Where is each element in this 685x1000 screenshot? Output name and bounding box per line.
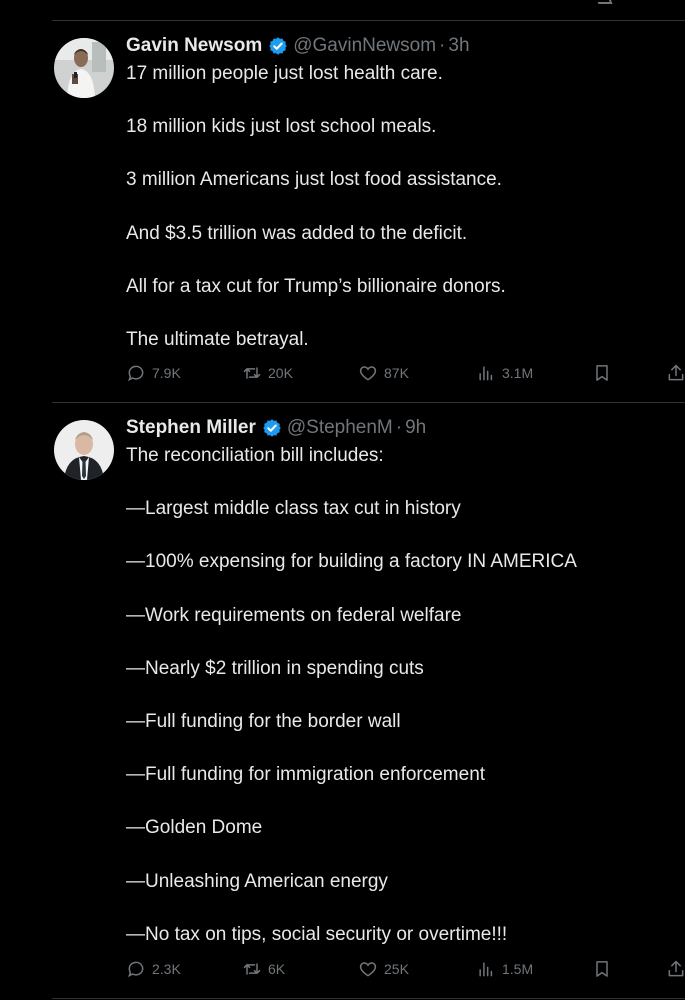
tweet-line: —Golden Dome (126, 817, 263, 839)
tweet-text: 17 million people just lost health care.… (126, 61, 685, 354)
tweet-line: 18 million kids just lost school meals. (126, 116, 437, 138)
tweet-line: The reconciliation bill includes: (126, 445, 384, 466)
tweet-line (126, 842, 685, 869)
tweet-line: —100% expensing for building a factory I… (126, 551, 577, 573)
share-button[interactable] (666, 363, 685, 383)
views-button[interactable]: 3.1M (476, 363, 533, 383)
views-icon (479, 366, 493, 381)
like-count: 25K (384, 961, 409, 977)
tweet-line: —Full funding for immigration enforcemen… (126, 764, 486, 786)
tweet-line (126, 300, 685, 327)
tweet-line (126, 523, 685, 550)
tweet-line: —Unleashing American energy (126, 870, 388, 892)
tweet-actions: 2.3K 6K 25K 1.5M (126, 959, 685, 983)
author-name[interactable]: Stephen Miller (126, 417, 256, 439)
tweet-line (126, 895, 685, 922)
tweet-line (126, 629, 685, 656)
like-icon (359, 366, 377, 381)
reply-icon (128, 365, 144, 382)
tweet-line: 3 million Americans just lost food assis… (126, 169, 502, 191)
tweet-line (126, 470, 685, 497)
tweet-line (126, 247, 685, 274)
tweet-line: —Full funding for the border wall (126, 710, 401, 732)
retweet-count: 20K (268, 365, 293, 381)
tweet-line (126, 88, 685, 115)
reply-count: 2.3K (152, 961, 181, 977)
bookmark-button[interactable] (592, 363, 618, 383)
tweet-line (126, 682, 685, 709)
tweet-line: And $3.5 trillion was added to the defic… (126, 222, 468, 244)
reply-count: 7.9K (152, 365, 181, 381)
like-icon (359, 962, 377, 977)
tweet-line (126, 576, 685, 603)
share-icon (668, 960, 684, 977)
tweet-line (126, 141, 685, 168)
bookmark-icon (596, 961, 608, 977)
separator: · (395, 417, 403, 438)
views-count: 1.5M (502, 961, 534, 977)
share-icon-partial[interactable] (595, 0, 613, 4)
tweet-line: —Nearly $2 trillion in spending cuts (126, 657, 424, 679)
views-button[interactable]: 1.5M (476, 959, 533, 979)
tweet-line: —Work requirements on federal welfare (126, 604, 462, 626)
like-count: 87K (384, 365, 409, 381)
avatar[interactable] (54, 38, 114, 98)
retweet-count: 6K (268, 961, 286, 977)
timestamp[interactable]: 3h (448, 35, 469, 57)
bookmark-button[interactable] (592, 959, 618, 979)
tweet-line: All for a tax cut for Trump’s billionair… (126, 275, 506, 297)
tweet-header: Stephen Miller @StephenM · 9h (126, 415, 685, 441)
retweet-button[interactable]: 6K (242, 959, 285, 979)
reply-button[interactable]: 7.9K (126, 363, 181, 383)
divider (52, 998, 685, 999)
separator: · (439, 35, 446, 56)
tweet-line (126, 736, 685, 763)
avatar[interactable] (54, 420, 114, 480)
tweet-line (126, 194, 685, 221)
divider (52, 20, 685, 21)
reply-button[interactable]: 2.3K (126, 959, 181, 979)
retweet-button[interactable]: 20K (242, 363, 293, 383)
author-handle[interactable]: @GavinNewsom (293, 35, 436, 57)
tweet-line: 17 million people just lost health care. (126, 63, 443, 84)
retweet-icon (243, 963, 261, 975)
tweet-line: —Largest middle class tax cut in history (126, 498, 461, 520)
views-count: 3.1M (502, 365, 534, 381)
author-name[interactable]: Gavin Newsom (126, 35, 262, 57)
verified-badge-icon (263, 419, 281, 437)
like-button[interactable]: 87K (358, 363, 409, 383)
tweet-line (126, 789, 685, 816)
divider (52, 402, 685, 403)
tweet-actions: 7.9K 20K 87K 3.1M (126, 363, 685, 387)
views-icon (479, 962, 493, 977)
share-icon (668, 364, 684, 381)
tweet-line: —No tax on tips, social security or over… (126, 923, 508, 945)
tweet-text: The reconciliation bill includes: —Large… (126, 443, 685, 948)
verified-badge-icon (269, 37, 287, 55)
tweet-line: The ultimate betrayal. (126, 328, 309, 350)
reply-icon (128, 961, 144, 978)
author-handle[interactable]: @StephenM (287, 417, 393, 439)
share-button[interactable] (666, 959, 685, 979)
timestamp[interactable]: 9h (405, 417, 426, 439)
like-button[interactable]: 25K (358, 959, 409, 979)
retweet-icon (243, 367, 261, 379)
bookmark-icon (596, 365, 608, 381)
tweet-header: Gavin Newsom @GavinNewsom · 3h (126, 33, 685, 59)
